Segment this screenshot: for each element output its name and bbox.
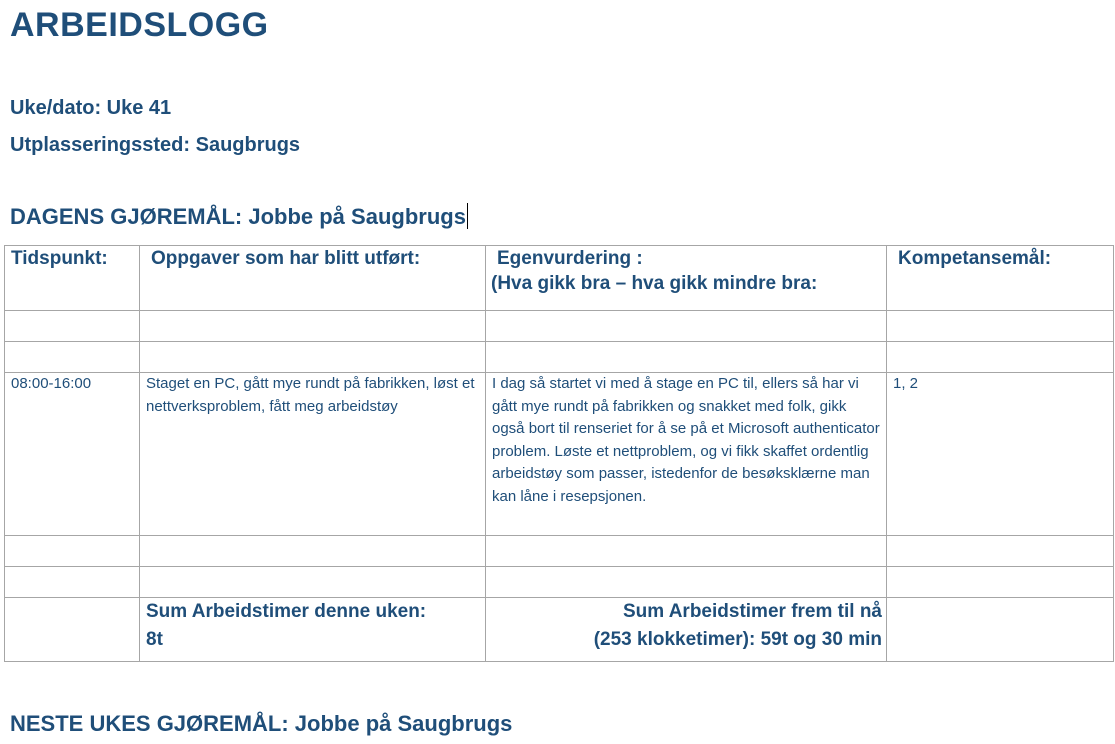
sum-week-value: 8t — [146, 629, 163, 650]
table-cell[interactable] — [4, 341, 140, 373]
sum-total-cell[interactable]: Sum Arbeidstimer frem til nå (253 klokke… — [485, 597, 887, 662]
placement-line: Utplasseringssted: Saugbrugs — [10, 134, 301, 156]
table-cell[interactable] — [485, 310, 887, 342]
sum-total-label: Sum Arbeidstimer frem til nå — [622, 601, 882, 622]
work-log-table: Tidspunkt: Oppgaver som har blitt utført… — [4, 245, 1114, 662]
header-tasks: Oppgaver som har blitt utført: — [139, 245, 486, 311]
table-cell[interactable] — [886, 341, 1114, 373]
table-cell[interactable] — [886, 535, 1114, 567]
header-self-assessment: Egenvurdering : (Hva gikk bra – hva gikk… — [485, 245, 887, 311]
entry-goals[interactable]: 1, 2 — [886, 372, 1114, 536]
table-row-entry: 08:00-16:00 Staget en PC, gått mye rundt… — [4, 372, 1114, 536]
table-cell[interactable] — [139, 341, 486, 373]
todays-tasks-heading[interactable]: DAGENS GJØREMÅL: Jobbe på Saugbrugs — [10, 203, 468, 230]
next-week-tasks-heading[interactable]: NESTE UKES GJØREMÅL: Jobbe på Saugbrugs — [10, 711, 512, 737]
table-sum-row: Sum Arbeidstimer denne uken: 8t Sum Arbe… — [4, 597, 1114, 662]
table-cell[interactable] — [139, 535, 486, 567]
header-self-assessment-line2: (Hva gikk bra – hva gikk mindre bra: — [491, 273, 818, 294]
sum-week-label: Sum Arbeidstimer denne uken: — [146, 601, 427, 622]
table-cell[interactable] — [886, 597, 1114, 662]
table-cell[interactable] — [886, 310, 1114, 342]
todays-tasks-heading-text: DAGENS GJØREMÅL: Jobbe på Saugbrugs — [10, 204, 466, 229]
table-cell[interactable] — [4, 566, 140, 598]
week-date-line: Uke/dato: Uke 41 — [10, 97, 172, 119]
entry-self-assessment[interactable]: I dag så startet vi med å stage en PC ti… — [485, 372, 887, 536]
sum-week-cell[interactable]: Sum Arbeidstimer denne uken: 8t — [139, 597, 486, 662]
table-cell[interactable] — [485, 566, 887, 598]
table-cell[interactable] — [139, 310, 486, 342]
table-cell[interactable] — [485, 535, 887, 567]
table-cell[interactable] — [485, 341, 887, 373]
header-time: Tidspunkt: — [4, 245, 140, 311]
sum-total-value: (253 klokketimer): 59t og 30 min — [593, 629, 882, 650]
header-self-assessment-line1: Egenvurdering : — [497, 248, 643, 269]
entry-tasks[interactable]: Staget en PC, gått mye rundt på fabrikke… — [139, 372, 486, 536]
document-title: ARBEIDSLOGG — [10, 6, 269, 44]
table-cell[interactable] — [886, 566, 1114, 598]
text-cursor — [466, 203, 468, 229]
table-header-row: Tidspunkt: Oppgaver som har blitt utført… — [4, 245, 1114, 311]
table-row — [4, 310, 1114, 342]
table-cell[interactable] — [4, 310, 140, 342]
entry-time[interactable]: 08:00-16:00 — [4, 372, 140, 536]
table-row — [4, 535, 1114, 567]
header-goals: Kompetansemål: — [886, 245, 1114, 311]
table-row — [4, 566, 1114, 598]
table-row — [4, 341, 1114, 373]
table-cell[interactable] — [4, 597, 140, 662]
table-cell[interactable] — [4, 535, 140, 567]
table-cell[interactable] — [139, 566, 486, 598]
